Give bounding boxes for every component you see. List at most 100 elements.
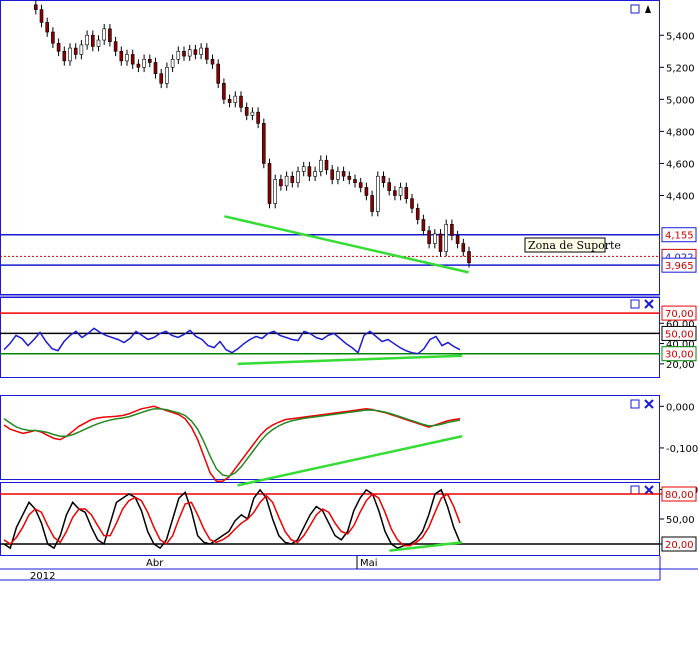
- support-zone-annotation: Zona de Suporte: [524, 237, 621, 253]
- price-candle: [301, 166, 306, 172]
- price-candle: [91, 34, 95, 47]
- price-candle: [182, 50, 186, 57]
- price-candle: [73, 47, 78, 55]
- price-candle: [284, 175, 289, 187]
- price-candle: [450, 224, 454, 236]
- price-candle: [318, 159, 323, 172]
- macd-panel-frame: [0, 395, 660, 480]
- maximize-icon[interactable]: [630, 4, 640, 14]
- price-candle: [370, 195, 374, 212]
- price-candle: [45, 22, 50, 33]
- stoch-maximize-icon[interactable]: [630, 485, 640, 495]
- price-candle: [142, 58, 146, 68]
- price-candle: [358, 182, 363, 188]
- price-candle: [467, 251, 471, 264]
- price-candle: [176, 50, 181, 60]
- price-candle: [199, 47, 203, 55]
- price-ytick-label: 5,200: [666, 63, 695, 74]
- rsi-ytick-label: 20,00: [666, 360, 695, 371]
- price-candle: [108, 28, 112, 42]
- macd-maximize-icon[interactable]: [630, 399, 640, 409]
- price-candle: [222, 83, 226, 100]
- price-candle: [444, 224, 449, 252]
- trading-chart: 5,4005,2005,0004,8004,6004,4004,1554,022…: [0, 0, 698, 582]
- price-candle: [227, 99, 232, 103]
- price-candle: [68, 47, 72, 62]
- rsi-hline-tag: 70,00: [665, 309, 694, 320]
- macd-series-sinal: [3, 408, 461, 477]
- price-candle: [102, 28, 106, 41]
- year-label: 2012: [30, 571, 55, 582]
- price-candle: [51, 31, 55, 44]
- price-candle: [187, 49, 192, 57]
- price-candle: [130, 54, 135, 65]
- rsi-hline-tag: 30,00: [665, 350, 694, 361]
- price-candle: [205, 47, 209, 60]
- support-zone-label: Zona de Suporte: [528, 239, 621, 252]
- price-trendline: [224, 215, 469, 274]
- price-ytick-label: 4,400: [666, 191, 695, 202]
- price-candle: [119, 50, 124, 62]
- price-candle: [239, 95, 243, 108]
- price-candle: [404, 187, 409, 199]
- price-candle: [148, 58, 152, 63]
- stoch-close-icon[interactable]: [644, 485, 654, 495]
- rsi-close-icon[interactable]: [644, 299, 654, 309]
- price-candle: [432, 233, 437, 244]
- price-candle: [193, 49, 198, 55]
- price-candle: [438, 233, 443, 252]
- price-candle: [85, 34, 89, 46]
- macd-ytick-label: -0,100: [666, 444, 698, 455]
- price-candle: [153, 62, 158, 75]
- rsi-hline-tag: 50,00: [665, 329, 694, 340]
- rsi-panel-frame: [0, 297, 660, 378]
- price-candle: [244, 107, 249, 116]
- price-candle: [461, 243, 466, 252]
- price-candle: [421, 219, 426, 232]
- rsi-panel: 60,0040,0020,0070,0050,0030,00: [0, 305, 697, 371]
- price-candle: [273, 179, 278, 204]
- macd-ytick-label: 0,000: [666, 402, 695, 413]
- price-candle: [39, 9, 44, 23]
- price-candle: [33, 4, 38, 10]
- price-candle: [125, 54, 129, 62]
- price-candle: [415, 207, 420, 220]
- price-candle: [136, 63, 141, 68]
- price-candle: [170, 58, 175, 68]
- price-candle: [410, 198, 414, 209]
- pin-icon[interactable]: [645, 5, 651, 13]
- panel-frames: [0, 0, 698, 556]
- price-candle: [256, 111, 260, 124]
- price-ytick-label: 4,600: [666, 159, 695, 170]
- stoch-hline-tag: 20,00: [665, 540, 694, 551]
- price-candle: [364, 187, 369, 196]
- price-candle: [353, 179, 357, 183]
- price-candle: [307, 166, 312, 177]
- price-candle: [296, 171, 300, 183]
- price-candle: [159, 73, 163, 84]
- price-candle: [56, 42, 61, 52]
- price-ytick-label: 4,800: [666, 127, 695, 138]
- price-candle: [455, 235, 460, 244]
- stochastic-panel: 80,0050,0020,0080,0020,00: [0, 486, 697, 552]
- time-axis: 2012 Abr Mai: [0, 556, 698, 582]
- price-candle: [324, 159, 329, 171]
- price-candle: [216, 63, 220, 84]
- price-candle: [341, 171, 346, 177]
- price-candle: [393, 190, 397, 196]
- macd-trendline: [237, 435, 463, 487]
- price-candle: [165, 66, 169, 84]
- price-candle: [381, 175, 386, 183]
- rsi-maximize-icon[interactable]: [630, 299, 640, 309]
- stoch-ytick-label: 50,00: [666, 515, 695, 526]
- price-candle: [398, 187, 403, 196]
- rsi-series-rsi: [3, 327, 461, 355]
- panel-controls[interactable]: [630, 4, 654, 495]
- price-candle: [330, 169, 335, 180]
- price-candle: [261, 123, 266, 164]
- price-candle: [347, 175, 352, 180]
- price-ytick-label: 5,400: [666, 31, 695, 42]
- price-candle: [313, 171, 317, 177]
- price-candle: [113, 41, 118, 52]
- macd-close-icon[interactable]: [644, 399, 654, 409]
